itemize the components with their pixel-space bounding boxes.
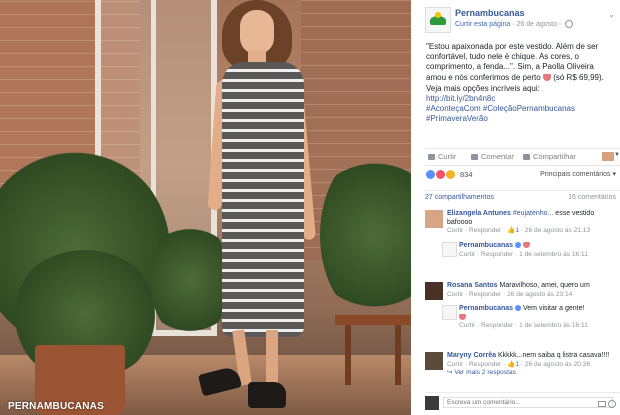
model-leg-right xyxy=(266,330,278,390)
comment-actions: Curtir · Responder · 👍1 · 26 de agosto à… xyxy=(447,227,619,236)
thumbs-up-icon xyxy=(428,154,435,161)
reaction-count[interactable]: 834 xyxy=(460,170,473,179)
comment-action-links[interactable]: Curtir · Responder · xyxy=(447,361,507,368)
post-text-line: "Estou apaixonada por este vestido. Além… xyxy=(426,42,599,51)
comment-body: Maryny Corrêa Kkkkk...nem saiba q listra… xyxy=(447,352,619,378)
verified-icon xyxy=(515,242,522,249)
heart-emoji-icon xyxy=(542,74,551,81)
avatar[interactable] xyxy=(425,282,443,300)
comment-actions[interactable]: Curtir · Responder · 26 de agosto às 23:… xyxy=(447,291,619,300)
post-panel: Pernambucanas Curtir esta página · 26 de… xyxy=(418,0,620,415)
post-photo[interactable]: PERNAMBUCANAS xyxy=(0,0,411,415)
chevron-down-icon[interactable]: ⌄ xyxy=(608,10,615,19)
share-arrow-icon xyxy=(523,154,530,161)
reply-author[interactable]: Pernambucanas xyxy=(459,242,513,249)
post-text: "Estou apaixonada por este vestido. Além… xyxy=(426,42,614,125)
comment-author[interactable]: Elizangela Antunes xyxy=(447,210,511,217)
avatar[interactable] xyxy=(425,210,443,228)
comment-time[interactable]: · 26 de agosto às 20:36 xyxy=(519,361,590,368)
more-options-text: Veja mais opções incríveis aqui: xyxy=(426,83,540,93)
reply-text: Vem visitar a gente! xyxy=(521,305,585,312)
post-text-line: amou e nós conferimos de perto xyxy=(426,72,541,82)
reply-author[interactable]: Pernambucanas xyxy=(459,305,513,312)
shoe-right xyxy=(248,382,286,408)
write-comment-box xyxy=(425,392,620,411)
comments-count[interactable]: 16 comentários xyxy=(568,194,616,201)
comment-label: Comentar xyxy=(481,152,514,161)
globe-icon xyxy=(565,20,574,28)
like-button[interactable]: Curtir xyxy=(428,152,456,161)
comment-actions: Curtir · Responder · 👍1 · 26 de agosto à… xyxy=(447,361,619,370)
comment-likes[interactable]: 👍1 xyxy=(507,227,519,234)
avatar[interactable] xyxy=(442,305,457,320)
post-actions-bar: Curtir Comentar Compartilhar ▼ xyxy=(425,148,620,166)
like-page-link[interactable]: Curtir esta página xyxy=(455,21,510,28)
brand-watermark: PERNAMBUCANAS xyxy=(8,401,104,412)
shares-count[interactable]: 27 compartilhamentos xyxy=(425,194,494,201)
meta-separator: · xyxy=(556,20,564,28)
heart-emoji-icon xyxy=(523,242,530,249)
heart-emoji-icon xyxy=(459,313,466,320)
avatar[interactable] xyxy=(425,396,439,410)
love-reaction-icon[interactable] xyxy=(436,170,445,179)
comment-sort-dropdown[interactable]: Principais comentários ▾ xyxy=(540,170,616,178)
comment-body: Elizangela Antunes #eujatenho... esse ve… xyxy=(447,210,619,236)
comment-author[interactable]: Rosana Santos xyxy=(447,282,498,289)
share-button[interactable]: Compartilhar xyxy=(523,152,576,161)
striped-dress xyxy=(222,62,304,337)
side-table-leg xyxy=(345,325,351,385)
brand-logo-dot-icon xyxy=(435,12,441,18)
post-text-line: confortável, tudo nele é chique. As core… xyxy=(426,52,579,62)
camera-icon[interactable] xyxy=(598,401,606,407)
reply-body: Pernambucanas Vem visitar a gente! Curti… xyxy=(459,305,611,331)
comment-body: Rosana Santos Maravilhoso, amei, quero u… xyxy=(447,282,619,299)
comment-time[interactable]: · 26 de agosto às 21:13 xyxy=(519,227,590,234)
comment-likes[interactable]: 👍1 xyxy=(507,361,519,368)
chevron-down-icon[interactable]: ▼ xyxy=(614,152,620,158)
comment-text: Kkkkk...nem saiba q listra casava!!!! xyxy=(496,352,610,359)
viewer-avatar[interactable] xyxy=(602,152,614,161)
post-price: (só R$ 69,99). xyxy=(553,72,604,82)
comment-input[interactable] xyxy=(443,397,613,408)
comment-hashtag[interactable]: #eujatenho... xyxy=(513,210,553,217)
like-label: Curtir xyxy=(438,152,457,161)
comment-action-links[interactable]: Curtir · Responder · xyxy=(447,227,507,234)
avatar[interactable] xyxy=(425,352,443,370)
reply-actions[interactable]: Curtir · Responder · 1 de setembro às 16… xyxy=(459,322,611,331)
hashtag-link[interactable]: #PrimaveraVerão xyxy=(426,114,614,124)
comment-text: Maravilhoso, amei, quero um xyxy=(497,282,590,289)
reply-body: Pernambucanas Curtir · Responder · 1 de … xyxy=(459,242,611,259)
reactions-row: 834 Principais comentários ▾ xyxy=(425,169,620,181)
comment-bubble-icon xyxy=(471,154,478,161)
stats-row: 27 compartilhamentos 16 comentários xyxy=(425,190,620,205)
like-reaction-icon[interactable] xyxy=(426,170,435,179)
plant-middle xyxy=(150,220,230,340)
page-name-link[interactable]: Pernambucanas xyxy=(455,8,525,18)
post-text-line: comprimento, a fenda...". Sim, a Paolla … xyxy=(426,62,594,72)
side-table xyxy=(335,315,411,325)
wow-reaction-icon[interactable] xyxy=(446,170,455,179)
share-label: Compartilhar xyxy=(533,152,576,161)
comment-author[interactable]: Maryny Corrêa xyxy=(447,352,496,359)
emoji-icon[interactable] xyxy=(608,400,616,408)
model-face xyxy=(240,10,274,54)
more-replies-link[interactable]: ↪ Ver mais 2 respostas xyxy=(447,369,619,378)
post-meta: Curtir esta página · 26 de agosto · xyxy=(455,20,574,28)
post-date[interactable]: 26 de agosto xyxy=(517,21,557,28)
hashtag-links[interactable]: #AconteçaCom #ColeçãoPernambucanas xyxy=(426,104,614,114)
post-header: Pernambucanas Curtir esta página · 26 de… xyxy=(425,7,617,33)
page-avatar[interactable] xyxy=(425,7,451,33)
avatar[interactable] xyxy=(442,242,457,257)
post-link[interactable]: http://bit.ly/2bn4n8c xyxy=(426,94,614,104)
reply-actions[interactable]: Curtir · Responder · 1 de setembro às 16… xyxy=(459,251,611,260)
comment-button[interactable]: Comentar xyxy=(471,152,514,161)
post-text-line-price: amou e nós conferimos de perto (só R$ 69… xyxy=(426,73,614,83)
side-table-leg xyxy=(395,325,401,385)
